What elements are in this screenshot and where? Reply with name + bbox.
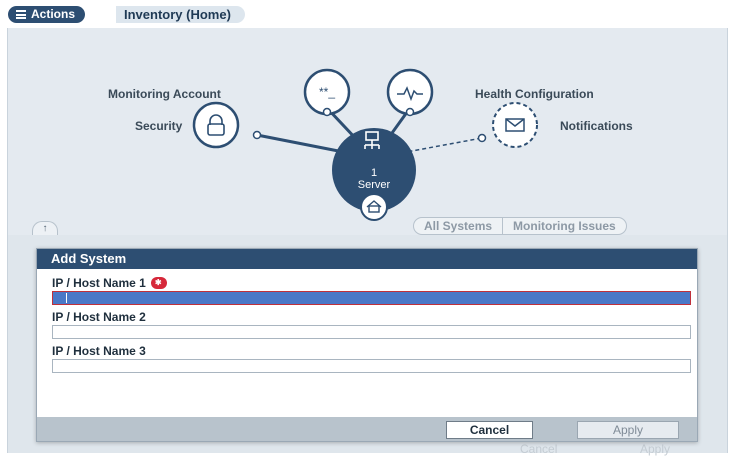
apply-button[interactable]: Apply: [577, 421, 679, 439]
server-count: 1: [370, 167, 378, 179]
host-name-1-input[interactable]: [52, 291, 691, 305]
server-label: Server: [357, 179, 391, 191]
home-button[interactable]: [360, 193, 388, 221]
cancel-button[interactable]: Cancel: [446, 421, 533, 439]
background-cancel-button: Cancel: [520, 442, 558, 456]
actions-label: Actions: [31, 7, 76, 21]
password-dots-icon: **_: [319, 85, 335, 99]
host-name-2-label: IP / Host Name 2: [52, 310, 146, 324]
monitoring-account-label: Monitoring Account: [108, 87, 221, 101]
tab-all-systems[interactable]: All Systems: [414, 218, 502, 234]
up-arrow-icon: ↑: [42, 223, 48, 234]
hamburger-icon: [16, 10, 26, 19]
dialog-footer: Cancel Apply: [37, 417, 697, 441]
host-name-3-input[interactable]: [52, 359, 691, 373]
text-caret: [66, 293, 67, 303]
tab-monitoring-issues[interactable]: Monitoring Issues: [502, 218, 626, 234]
collapse-button[interactable]: ↑: [32, 221, 58, 236]
security-label: Security: [135, 119, 183, 133]
inventory-diagram-area: **_ Monitoring Account Health Configurat…: [7, 28, 728, 236]
notifications-label: Notifications: [560, 119, 633, 133]
host-name-3-label: IP / Host Name 3: [52, 344, 146, 358]
notifications-node[interactable]: [492, 102, 538, 148]
security-node[interactable]: [192, 101, 240, 149]
dialog-title: Add System: [37, 249, 697, 269]
host-name-2-input[interactable]: [52, 325, 691, 339]
view-tabs: All Systems Monitoring Issues: [413, 217, 627, 235]
add-system-dialog: Add System IP / Host Name 1 IP / Host Na…: [36, 248, 698, 442]
health-configuration-node[interactable]: [386, 68, 434, 116]
actions-menu-button[interactable]: Actions: [8, 6, 86, 23]
host-name-1-label: IP / Host Name 1: [52, 276, 167, 290]
background-apply-button: Apply: [640, 442, 671, 456]
top-bar: Actions Inventory (Home): [0, 0, 734, 28]
required-icon: [150, 276, 167, 289]
health-configuration-label: Health Configuration: [475, 87, 594, 101]
page-title: Inventory (Home): [116, 6, 245, 23]
